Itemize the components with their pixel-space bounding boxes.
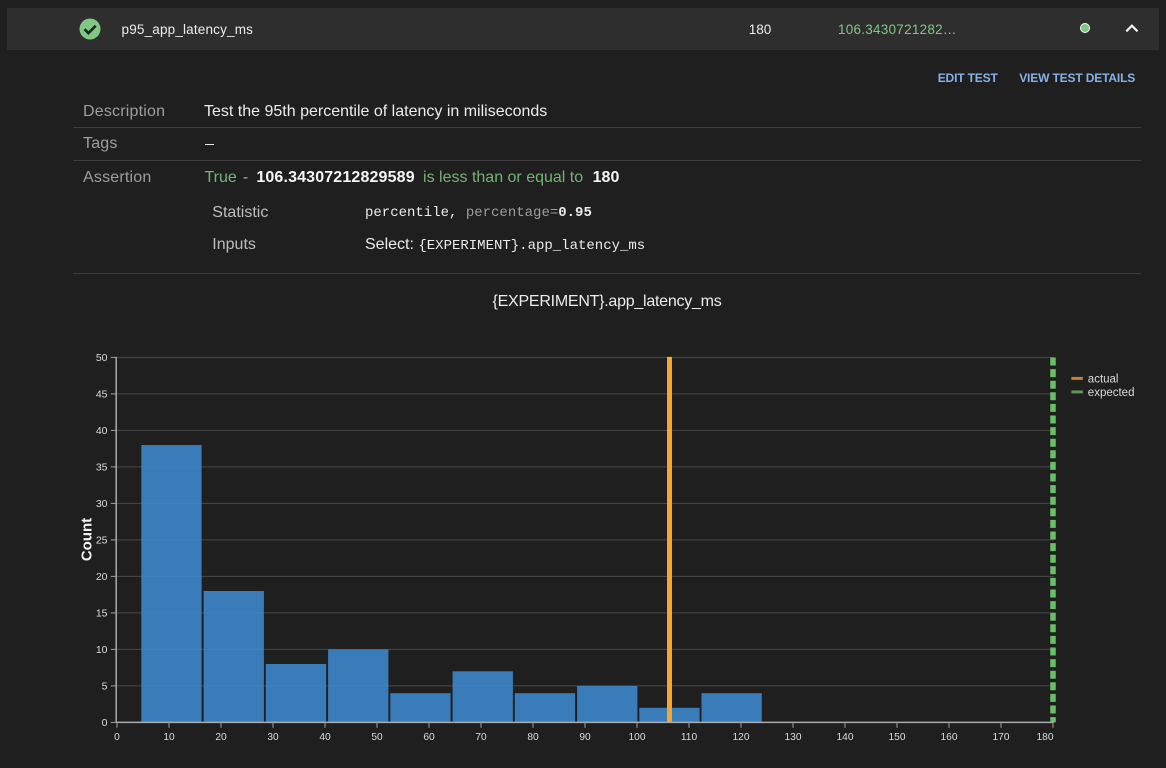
svg-text:160: 160 xyxy=(941,732,958,743)
svg-text:50: 50 xyxy=(371,732,383,743)
svg-text:70: 70 xyxy=(475,732,487,743)
svg-text:0: 0 xyxy=(114,732,120,743)
svg-text:45: 45 xyxy=(96,389,108,401)
svg-text:15: 15 xyxy=(96,608,108,620)
svg-text:10: 10 xyxy=(96,644,108,656)
svg-text:25: 25 xyxy=(96,535,108,547)
svg-text:40: 40 xyxy=(319,732,331,743)
svg-text:150: 150 xyxy=(889,732,906,743)
svg-text:140: 140 xyxy=(837,732,854,743)
svg-text:actual: actual xyxy=(1088,374,1119,386)
svg-text:170: 170 xyxy=(993,732,1010,743)
svg-text:130: 130 xyxy=(785,732,802,743)
svg-text:60: 60 xyxy=(423,732,435,743)
svg-text:30: 30 xyxy=(267,732,279,743)
svg-text:0: 0 xyxy=(102,717,108,729)
svg-text:10: 10 xyxy=(163,732,175,743)
svg-text:20: 20 xyxy=(96,571,108,583)
svg-text:expected: expected xyxy=(1088,387,1135,399)
svg-text:30: 30 xyxy=(96,498,108,510)
svg-text:80: 80 xyxy=(527,732,539,743)
svg-text:5: 5 xyxy=(102,681,108,693)
svg-text:100: 100 xyxy=(629,732,646,743)
svg-text:90: 90 xyxy=(579,732,591,743)
svg-text:120: 120 xyxy=(733,732,750,743)
svg-text:180: 180 xyxy=(1037,732,1054,743)
svg-text:50: 50 xyxy=(96,352,108,364)
svg-text:40: 40 xyxy=(96,425,108,437)
svg-text:35: 35 xyxy=(96,462,108,474)
svg-text:110: 110 xyxy=(681,732,698,743)
svg-text:20: 20 xyxy=(215,732,227,743)
svg-text:Count: Count xyxy=(78,518,95,561)
